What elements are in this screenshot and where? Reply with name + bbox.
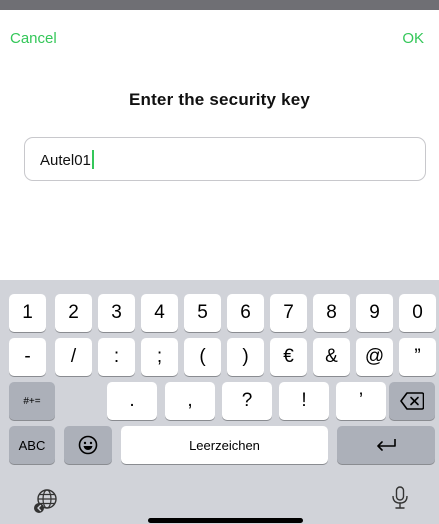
key-5[interactable]: 5 [184,294,221,332]
key-9[interactable]: 9 [356,294,393,332]
microphone-icon[interactable] [390,486,410,510]
key-3[interactable]: 3 [98,294,135,332]
key-at[interactable]: @ [356,338,393,376]
delete-backward-icon [400,392,424,410]
window-top-bar [0,0,439,10]
key-comma[interactable]: , [165,382,215,420]
text-caret [91,150,94,169]
key-colon[interactable]: : [98,338,135,376]
key-period[interactable]: . [107,382,157,420]
key-1[interactable]: 1 [9,294,46,332]
emoji-key[interactable] [64,426,112,464]
key-ampersand[interactable]: & [313,338,350,376]
key-euro[interactable]: € [270,338,307,376]
return-icon [377,439,396,451]
key-semicolon[interactable]: ; [141,338,178,376]
key-quote[interactable]: ” [399,338,436,376]
key-open-paren[interactable]: ( [184,338,221,376]
key-exclamation[interactable]: ! [279,382,329,420]
key-close-paren[interactable]: ) [227,338,264,376]
emoji-icon [78,435,98,455]
security-key-text: Autel01 [40,152,91,169]
key-4[interactable]: 4 [141,294,178,332]
abc-key[interactable]: ABC [9,426,55,464]
security-key-field[interactable]: Autel01 [24,137,426,181]
keyboard: 1 2 3 4 5 6 7 8 9 0 - / : ; ( ) € & @ ” … [0,280,439,524]
key-6[interactable]: 6 [227,294,264,332]
key-7[interactable]: 7 [270,294,307,332]
space-key[interactable]: Leerzeichen [121,426,328,464]
key-0[interactable]: 0 [399,294,436,332]
globe-icon[interactable] [33,488,59,514]
key-hyphen[interactable]: - [9,338,46,376]
more-symbols-key[interactable]: #+= [9,382,55,420]
key-2[interactable]: 2 [55,294,92,332]
cancel-button[interactable]: Cancel [10,30,57,47]
key-8[interactable]: 8 [313,294,350,332]
key-apostrophe[interactable]: ’ [336,382,386,420]
key-slash[interactable]: / [55,338,92,376]
security-key-sheet: Cancel OK Enter the security key Autel01 [0,10,439,280]
home-indicator [148,518,303,523]
key-question[interactable]: ? [222,382,272,420]
return-key[interactable] [337,426,435,464]
delete-key[interactable] [389,382,435,420]
dialog-title: Enter the security key [128,90,311,109]
security-key-value: Autel01 [40,150,94,169]
ok-button[interactable]: OK [402,30,424,47]
